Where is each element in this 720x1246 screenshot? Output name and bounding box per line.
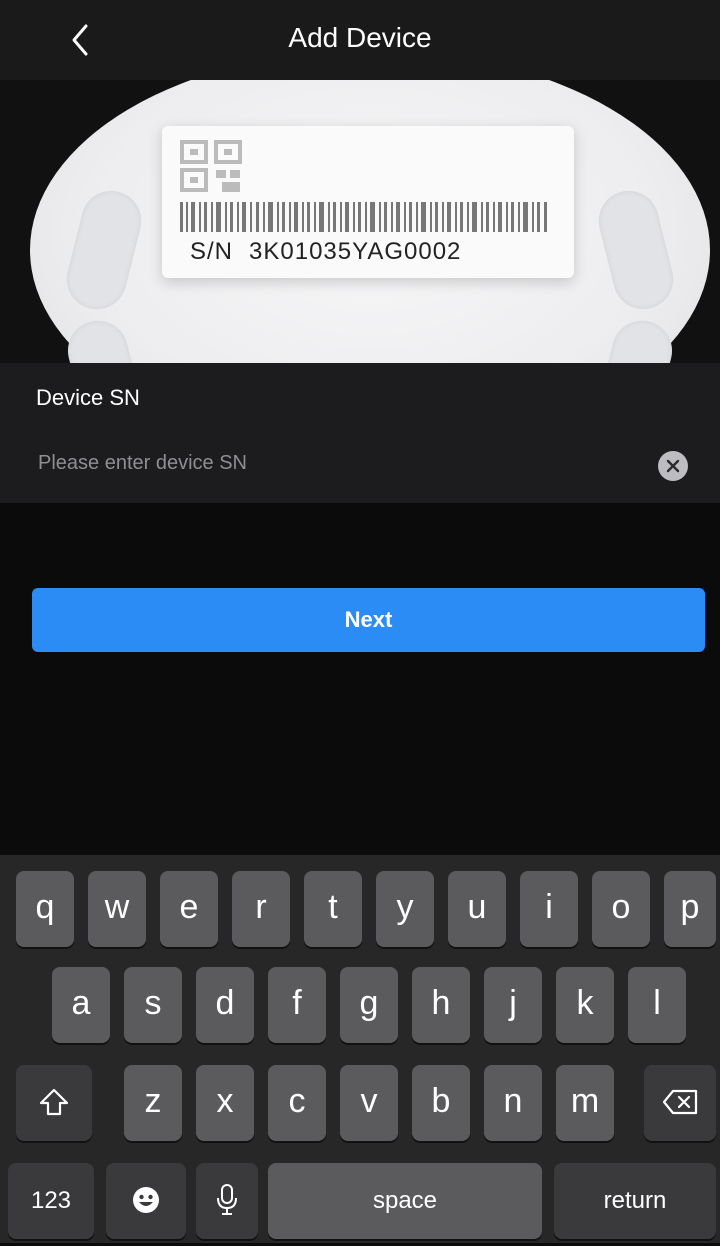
onscreen-keyboard: q w e r t y u i o p a s d f g h j k l z … bbox=[0, 855, 720, 1243]
next-button[interactable]: Next bbox=[32, 588, 705, 652]
return-key[interactable]: return bbox=[554, 1163, 716, 1239]
key-m[interactable]: m bbox=[556, 1065, 614, 1141]
sn-label-sticker: S/N 3K01035YAG0002 bbox=[162, 126, 574, 278]
sn-value: 3K01035YAG0002 bbox=[249, 238, 462, 265]
key-a[interactable]: a bbox=[52, 967, 110, 1043]
key-j[interactable]: j bbox=[484, 967, 542, 1043]
device-slot bbox=[61, 314, 147, 363]
device-illustration: S/N 3K01035YAG0002 bbox=[0, 80, 720, 363]
shift-key[interactable] bbox=[16, 1065, 92, 1141]
key-o[interactable]: o bbox=[592, 871, 650, 947]
backspace-key[interactable] bbox=[644, 1065, 716, 1141]
key-i[interactable]: i bbox=[520, 871, 578, 947]
key-r[interactable]: r bbox=[232, 871, 290, 947]
key-t[interactable]: t bbox=[304, 871, 362, 947]
device-slot bbox=[60, 184, 148, 316]
key-n[interactable]: n bbox=[484, 1065, 542, 1141]
backspace-icon bbox=[662, 1089, 698, 1115]
key-k[interactable]: k bbox=[556, 967, 614, 1043]
page-title: Add Device bbox=[288, 22, 432, 53]
device-sn-form: Device SN bbox=[0, 363, 720, 503]
key-v[interactable]: v bbox=[340, 1065, 398, 1141]
key-d[interactable]: d bbox=[196, 967, 254, 1043]
device-sn-label: Device SN bbox=[36, 385, 140, 410]
key-l[interactable]: l bbox=[628, 967, 686, 1043]
key-f[interactable]: f bbox=[268, 967, 326, 1043]
shift-icon bbox=[39, 1088, 69, 1116]
qr-code-icon bbox=[180, 140, 242, 192]
device-slot bbox=[593, 314, 679, 363]
microphone-icon bbox=[217, 1184, 237, 1215]
sn-prefix: S/N bbox=[190, 238, 234, 265]
clear-input-button[interactable] bbox=[658, 451, 688, 481]
dictation-key[interactable] bbox=[196, 1163, 258, 1239]
device-slot bbox=[592, 184, 680, 316]
key-u[interactable]: u bbox=[448, 871, 506, 947]
barcode-icon bbox=[180, 202, 547, 232]
sn-label-text: S/N 3K01035YAG0002 bbox=[190, 238, 461, 266]
key-z[interactable]: z bbox=[124, 1065, 182, 1141]
key-h[interactable]: h bbox=[412, 967, 470, 1043]
key-c[interactable]: c bbox=[268, 1065, 326, 1141]
key-y[interactable]: y bbox=[376, 871, 434, 947]
key-e[interactable]: e bbox=[160, 871, 218, 947]
space-key[interactable]: space bbox=[268, 1163, 542, 1239]
navigation-bar: Add Device bbox=[0, 0, 720, 80]
key-p[interactable]: p bbox=[664, 871, 716, 947]
numbers-key[interactable]: 123 bbox=[8, 1163, 94, 1239]
emoji-icon bbox=[133, 1187, 159, 1213]
key-x[interactable]: x bbox=[196, 1065, 254, 1141]
key-b[interactable]: b bbox=[412, 1065, 470, 1141]
key-w[interactable]: w bbox=[88, 871, 146, 947]
key-q[interactable]: q bbox=[16, 871, 74, 947]
key-s[interactable]: s bbox=[124, 967, 182, 1043]
device-sn-input[interactable] bbox=[36, 447, 640, 479]
emoji-key[interactable] bbox=[106, 1163, 186, 1239]
clear-icon bbox=[666, 459, 680, 473]
key-g[interactable]: g bbox=[340, 967, 398, 1043]
